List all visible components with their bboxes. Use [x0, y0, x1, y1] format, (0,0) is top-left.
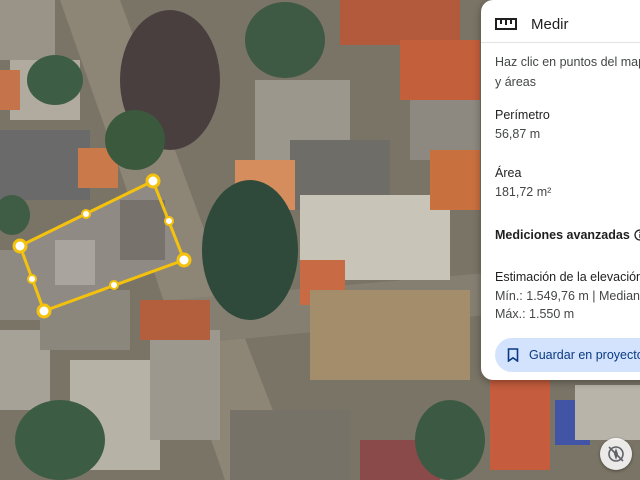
tree: [105, 110, 165, 170]
rooftop: [140, 300, 210, 340]
panel-title: Medir: [531, 15, 569, 33]
measure-midpoint[interactable]: [27, 274, 37, 284]
advanced-measurements-label: Mediciones avanzadas: [495, 228, 630, 242]
measure-vertex[interactable]: [145, 173, 161, 189]
rooftop: [400, 40, 480, 100]
rooftop: [0, 70, 20, 110]
measure-vertex[interactable]: [176, 252, 192, 268]
elevation-title: Estimación de la elevación: [495, 270, 640, 284]
measure-midpoint[interactable]: [109, 280, 119, 290]
rooftop: [575, 385, 640, 440]
panel-header: Medir: [495, 12, 569, 36]
instructions-line: Haz clic en puntos del mapa: [495, 55, 640, 69]
measure-midpoint[interactable]: [164, 216, 174, 226]
ruler-icon: [495, 18, 517, 30]
compass-icon: [608, 446, 624, 462]
measure-panel: Medir Haz clic en puntos del mapa y área…: [481, 0, 640, 380]
save-to-project-button[interactable]: Guardar en proyecto: [495, 338, 640, 372]
tree: [15, 400, 105, 480]
rooftop: [430, 150, 480, 210]
info-icon[interactable]: [634, 229, 640, 241]
rooftop: [120, 200, 165, 260]
measure-vertex[interactable]: [12, 238, 28, 254]
measure-vertex[interactable]: [36, 303, 52, 319]
elevation-max: Máx.: 1.550 m: [495, 307, 575, 321]
perimeter-label: Perímetro: [495, 108, 550, 122]
rooftop: [340, 0, 460, 45]
rooftop: [230, 410, 350, 480]
area-value: 181,72 m²: [495, 185, 552, 199]
tree: [245, 2, 325, 78]
elevation-min: Mín.: 1.549,76 m | Mediana: [495, 289, 640, 303]
instructions-text: Haz clic en puntos del mapa y áreas: [495, 52, 640, 92]
rooftop: [55, 240, 95, 285]
rooftop: [0, 130, 90, 200]
bookmark-icon: [507, 348, 519, 362]
compass-button[interactable]: [600, 438, 632, 470]
area-label: Área: [495, 166, 522, 180]
rooftop: [150, 330, 220, 440]
save-to-project-label: Guardar en proyecto: [529, 348, 640, 362]
tree: [202, 180, 298, 320]
measure-midpoint[interactable]: [81, 209, 91, 219]
tree: [27, 55, 83, 105]
tree: [415, 400, 485, 480]
rooftop: [490, 380, 550, 470]
rooftop: [0, 0, 55, 60]
panel-divider: [481, 42, 640, 43]
rooftop: [310, 290, 470, 380]
instructions-line: y áreas: [495, 75, 536, 89]
advanced-measurements-toggle[interactable]: Mediciones avanzadas: [495, 228, 640, 242]
perimeter-value: 56,87 m: [495, 127, 541, 141]
